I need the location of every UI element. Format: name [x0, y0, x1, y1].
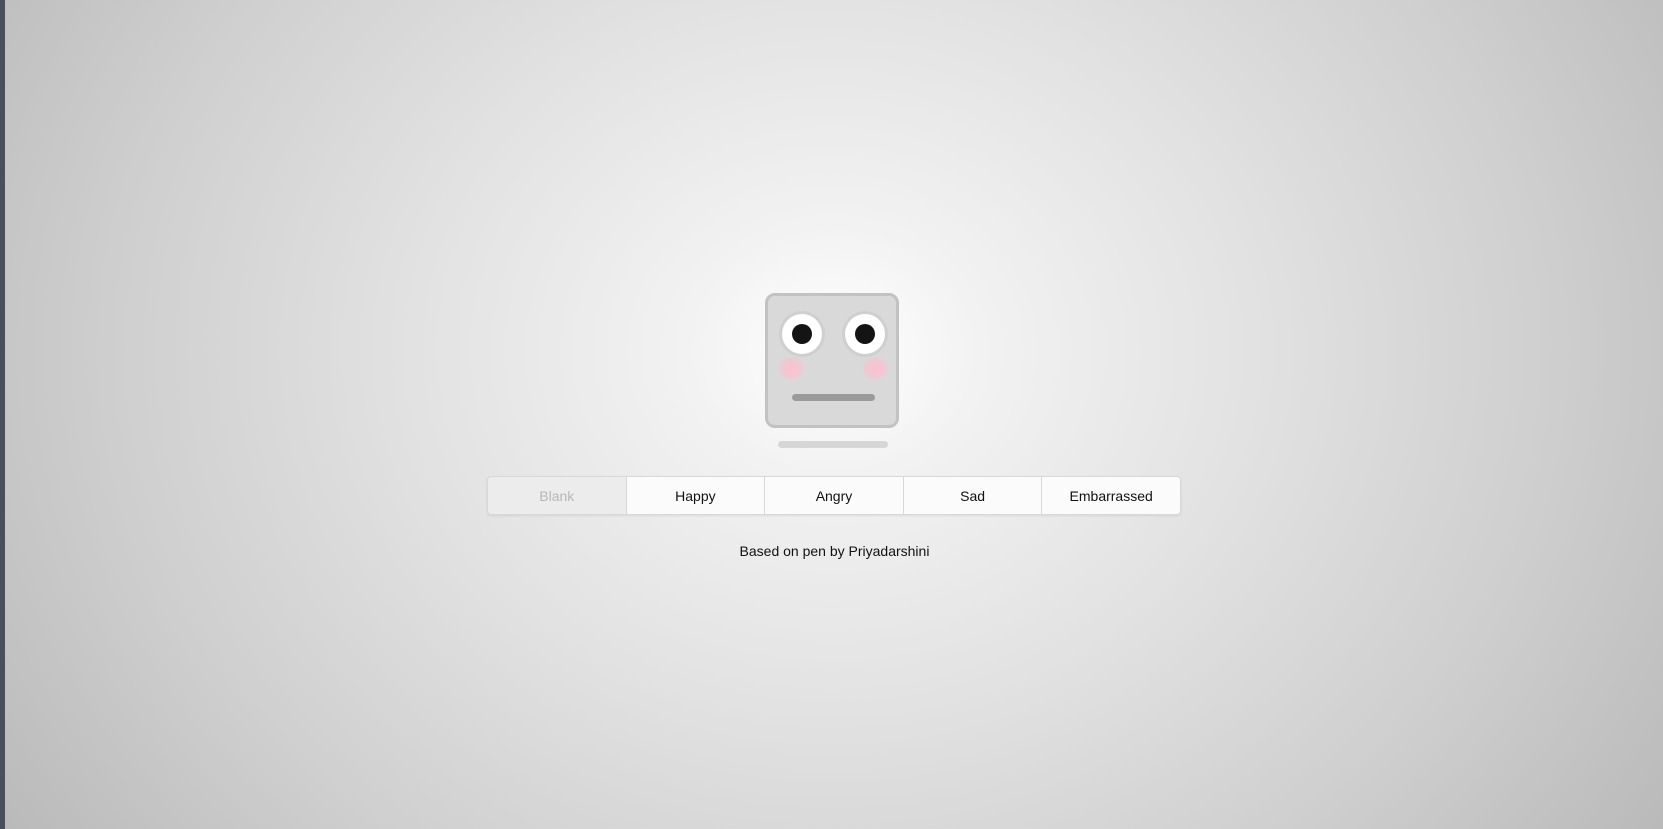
right-eye [845, 314, 885, 354]
right-pupil [855, 324, 875, 344]
mouth [792, 394, 875, 401]
left-blush [778, 357, 804, 379]
embarrassed-button[interactable]: Embarrassed [1042, 476, 1181, 515]
face-shadow [778, 441, 888, 448]
left-eye [782, 314, 822, 354]
angry-button[interactable]: Angry [765, 476, 904, 515]
happy-button[interactable]: Happy [626, 476, 766, 515]
mood-button-group: Blank Happy Angry Sad Embarrassed [487, 476, 1181, 515]
right-blush [862, 357, 888, 379]
window-edge [0, 0, 5, 829]
blank-button[interactable]: Blank [487, 476, 627, 515]
credit-text: Based on pen by Priyadarshini [739, 543, 930, 559]
left-pupil [792, 324, 812, 344]
face-character [765, 293, 899, 428]
sad-button[interactable]: Sad [903, 476, 1043, 515]
